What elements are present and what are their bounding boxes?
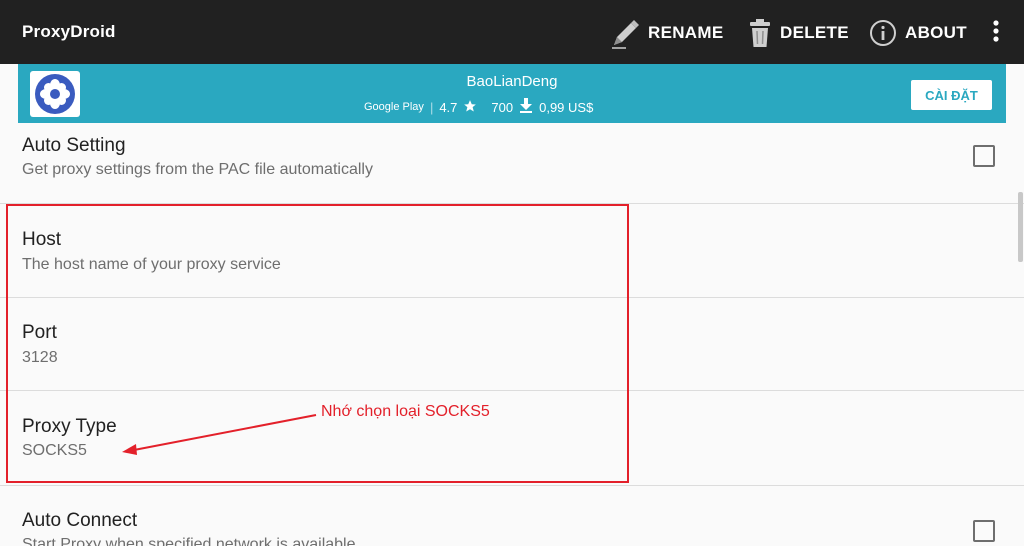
rename-label: RENAME bbox=[648, 23, 724, 42]
overflow-menu-button[interactable] bbox=[984, 14, 1008, 52]
pref-auto-connect-title: Auto Connect bbox=[22, 510, 138, 531]
ad-downloads: 700 bbox=[491, 99, 514, 115]
pref-host-title: Host bbox=[22, 229, 62, 250]
pref-port-value: 3128 bbox=[22, 349, 58, 366]
pref-host[interactable]: Host The host name of your proxy service bbox=[0, 204, 1024, 298]
about-label: ABOUT bbox=[905, 23, 967, 42]
trash-icon bbox=[748, 17, 772, 49]
pref-auto-setting-summary: Get proxy settings from the PAC file aut… bbox=[22, 161, 373, 178]
pref-auto-connect[interactable]: Auto Connect Start Proxy when specified … bbox=[0, 486, 1024, 546]
rename-button[interactable]: RENAME bbox=[610, 14, 723, 52]
auto-connect-checkbox[interactable] bbox=[973, 520, 995, 542]
download-icon bbox=[519, 98, 533, 116]
ad-meta-separator: | bbox=[429, 99, 434, 115]
about-button[interactable]: ABOUT bbox=[869, 14, 967, 52]
annotation-text: Nhớ chọn loại SOCKS5 bbox=[321, 403, 490, 420]
delete-button[interactable]: DELETE bbox=[748, 14, 849, 52]
ad-banner[interactable]: BaoLianDeng Google Play | 4.7 700 0,99 U… bbox=[18, 64, 1006, 123]
app-title: ProxyDroid bbox=[22, 22, 116, 41]
ad-app-name: BaoLianDeng bbox=[466, 73, 558, 90]
pref-auto-setting-title: Auto Setting bbox=[22, 135, 126, 156]
pref-proxy-type-value: SOCKS5 bbox=[22, 442, 87, 459]
pref-host-summary: The host name of your proxy service bbox=[22, 256, 281, 273]
ad-install-button[interactable]: CÀI ĐẶT bbox=[911, 80, 992, 110]
pref-proxy-type-title: Proxy Type bbox=[22, 416, 117, 437]
ad-price: 0,99 US$ bbox=[539, 99, 594, 115]
ad-store-name: Google Play bbox=[364, 101, 424, 113]
ad-rating: 4.7 bbox=[439, 99, 458, 115]
app-bar: ProxyDroid RENAME DELETE ABOUT bbox=[0, 0, 1024, 64]
auto-setting-checkbox[interactable] bbox=[973, 145, 995, 167]
pref-port[interactable]: Port 3128 bbox=[0, 298, 1024, 391]
pref-port-title: Port bbox=[22, 322, 57, 343]
more-vert-icon bbox=[992, 19, 1000, 48]
scrollbar-thumb[interactable] bbox=[1018, 192, 1023, 262]
pref-proxy-type[interactable]: Proxy Type SOCKS5 bbox=[0, 391, 1024, 486]
pref-auto-connect-summary: Start Proxy when specified network is av… bbox=[22, 536, 356, 546]
pref-auto-setting[interactable]: Auto Setting Get proxy settings from the… bbox=[0, 123, 1024, 204]
delete-label: DELETE bbox=[780, 23, 849, 42]
pencil-icon bbox=[610, 17, 640, 49]
info-icon bbox=[869, 19, 897, 47]
ad-app-meta: Google Play | 4.7 700 0,99 US$ bbox=[364, 98, 594, 116]
star-icon bbox=[463, 99, 477, 116]
